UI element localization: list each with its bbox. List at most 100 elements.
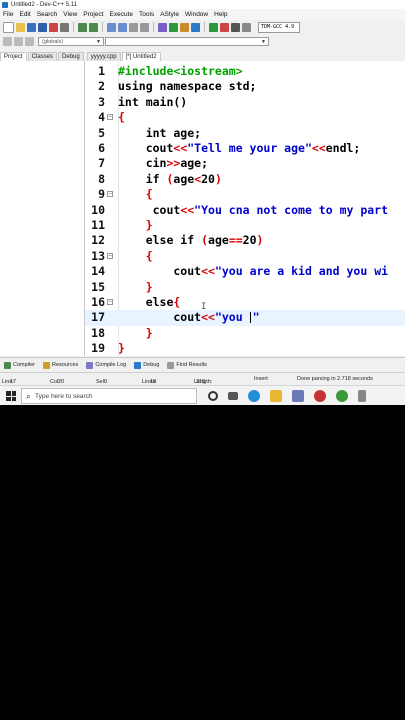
resources-icon	[43, 361, 51, 369]
tab-debug-output[interactable]: Debug	[134, 361, 159, 369]
project-pane[interactable]	[0, 61, 85, 356]
print-icon[interactable]	[60, 22, 69, 32]
code-text: cout<<"You cna not come to my part	[118, 202, 389, 217]
status-mode: Insert	[254, 376, 268, 382]
find-next-icon[interactable]	[129, 22, 138, 32]
close-file-icon[interactable]	[49, 22, 58, 32]
fold-toggle-icon[interactable]: −	[107, 252, 113, 259]
tab-classes[interactable]: Classes	[27, 52, 58, 61]
insert-icon[interactable]	[3, 36, 12, 46]
code-line[interactable]: 1 #include<iostream>	[85, 64, 405, 79]
menu-search[interactable]: Search	[37, 11, 58, 18]
tab-debug[interactable]: Debug	[58, 52, 84, 61]
text-cursor-icon: I	[201, 302, 207, 312]
line-number: 11	[91, 218, 105, 232]
status-bar: Line: 17 Col: 20 Sel: 0 Lines: 19 Length…	[0, 372, 405, 385]
compile-run-icon[interactable]	[180, 22, 189, 32]
redo-icon[interactable]	[89, 22, 98, 32]
windows-taskbar: ⌕ Type here to search	[0, 385, 405, 405]
rebuild-all-icon[interactable]	[191, 22, 200, 32]
goto-line-icon[interactable]	[140, 22, 149, 32]
line-number: 3	[98, 94, 105, 109]
code-line[interactable]: 13− {	[85, 249, 405, 264]
windows-start-icon[interactable]	[6, 391, 16, 401]
menu-help[interactable]: Help	[214, 11, 227, 18]
code-line[interactable]: 5 int age;	[85, 126, 405, 141]
compiler-select[interactable]: TDM-GCC 4.9	[258, 21, 300, 33]
new-file-icon[interactable]	[3, 21, 14, 33]
toggle-bookmark-icon[interactable]	[14, 36, 23, 46]
code-line[interactable]: 9− {	[85, 187, 405, 202]
taskbar-search-box[interactable]: ⌕ Type here to search	[21, 388, 197, 404]
code-line[interactable]: 7 cin>>age;	[85, 156, 405, 171]
replace-icon[interactable]	[118, 22, 127, 32]
code-line[interactable]: 2 using namespace std;	[85, 79, 405, 94]
debug-icon[interactable]	[231, 22, 240, 32]
profile-icon[interactable]	[242, 22, 251, 32]
fold-toggle-icon[interactable]: −	[107, 299, 113, 305]
find-icon[interactable]	[107, 22, 116, 32]
class-combo[interactable]: (globals) ▼	[38, 36, 104, 46]
menu-view[interactable]: View	[63, 11, 77, 18]
file-explorer-icon[interactable]	[270, 390, 282, 402]
tab-find-results[interactable]: Find Results	[167, 361, 207, 369]
settings-gear-icon[interactable]	[358, 390, 366, 402]
photos-icon[interactable]	[292, 390, 304, 402]
menu-file[interactable]: File	[3, 11, 13, 18]
menu-execute[interactable]: Execute	[110, 11, 134, 18]
line-number: 13	[91, 248, 105, 263]
taskbar-apps	[203, 390, 371, 402]
code-line[interactable]: 19}	[85, 341, 405, 356]
fold-toggle-icon[interactable]: −	[107, 191, 113, 198]
code-line[interactable]: 18 }	[85, 326, 405, 341]
code-line[interactable]: 15 }	[85, 280, 405, 295]
chevron-down-icon: ▼	[261, 38, 266, 45]
line-number: 4	[98, 110, 105, 125]
tab-compiler[interactable]: Compiler	[4, 361, 35, 369]
code-line[interactable]: 11 }	[85, 218, 405, 233]
function-combo[interactable]: ▼	[105, 36, 269, 46]
tab-resources[interactable]: Resources	[43, 361, 78, 369]
chrome-icon[interactable]	[336, 390, 348, 402]
code-line[interactable]: 8 if (age<20)	[85, 172, 405, 187]
tab-project[interactable]: Project	[0, 52, 27, 61]
open-folder-icon[interactable]	[16, 22, 25, 32]
menu-tools[interactable]: Tools	[139, 11, 154, 18]
compile-icon[interactable]	[158, 22, 167, 32]
undo-icon[interactable]	[78, 22, 87, 32]
menu-astyle[interactable]: AStyle	[160, 11, 179, 18]
code-line[interactable]: 6 cout<<"Tell me your age"<<endl;	[85, 141, 405, 156]
code-editor[interactable]: 1 #include<iostream> 2 using namespace std;…	[85, 61, 405, 356]
stop-execution-icon[interactable]	[220, 22, 229, 32]
code-line[interactable]: 14 cout<<"you are a kid and you wi	[85, 264, 405, 279]
task-view-icon[interactable]	[228, 392, 238, 400]
code-line[interactable]: 10 cout<<"You cna not come to my part	[85, 203, 405, 218]
code-line[interactable]: 4−{	[85, 110, 405, 125]
file-tab-yyyyy[interactable]: yyyyy.cpp	[86, 52, 121, 61]
code-line[interactable]: 17 cout<<"you "	[85, 310, 405, 326]
goto-bookmark-icon[interactable]	[25, 36, 34, 46]
code-text: int age;	[118, 125, 202, 140]
code-text: #include<iostream>	[118, 64, 243, 78]
chevron-down-icon: ▼	[96, 38, 101, 45]
run-icon[interactable]	[169, 22, 178, 32]
edge-browser-icon[interactable]	[248, 390, 260, 402]
window-title: Untitled2 - Dev-C++ 5.11	[11, 1, 77, 8]
devcpp-taskbar-icon[interactable]	[314, 390, 326, 402]
tab-compile-log[interactable]: Compile Log	[86, 361, 126, 369]
save-all-icon[interactable]	[38, 22, 47, 32]
code-line[interactable]: 3 int main()	[85, 95, 405, 110]
check-syntax-icon[interactable]	[209, 22, 218, 32]
cortana-icon[interactable]	[208, 391, 218, 401]
code-text: cout<<"you "	[118, 310, 260, 325]
code-line[interactable]: 12 else if (age==20)	[85, 233, 405, 248]
code-line[interactable]: 16− else{	[85, 295, 405, 310]
save-icon[interactable]	[27, 22, 36, 32]
main-toolbar: TDM-GCC 4.9	[0, 20, 405, 35]
menu-project[interactable]: Project	[83, 11, 103, 18]
bottom-tabs: Compiler Resources Compile Log Debug Fin…	[0, 357, 405, 372]
fold-toggle-icon[interactable]: −	[107, 114, 113, 121]
menu-edit[interactable]: Edit	[19, 11, 30, 18]
file-tab-untitled2[interactable]: [*] Untitled2	[121, 52, 161, 61]
menu-window[interactable]: Window	[185, 11, 208, 18]
